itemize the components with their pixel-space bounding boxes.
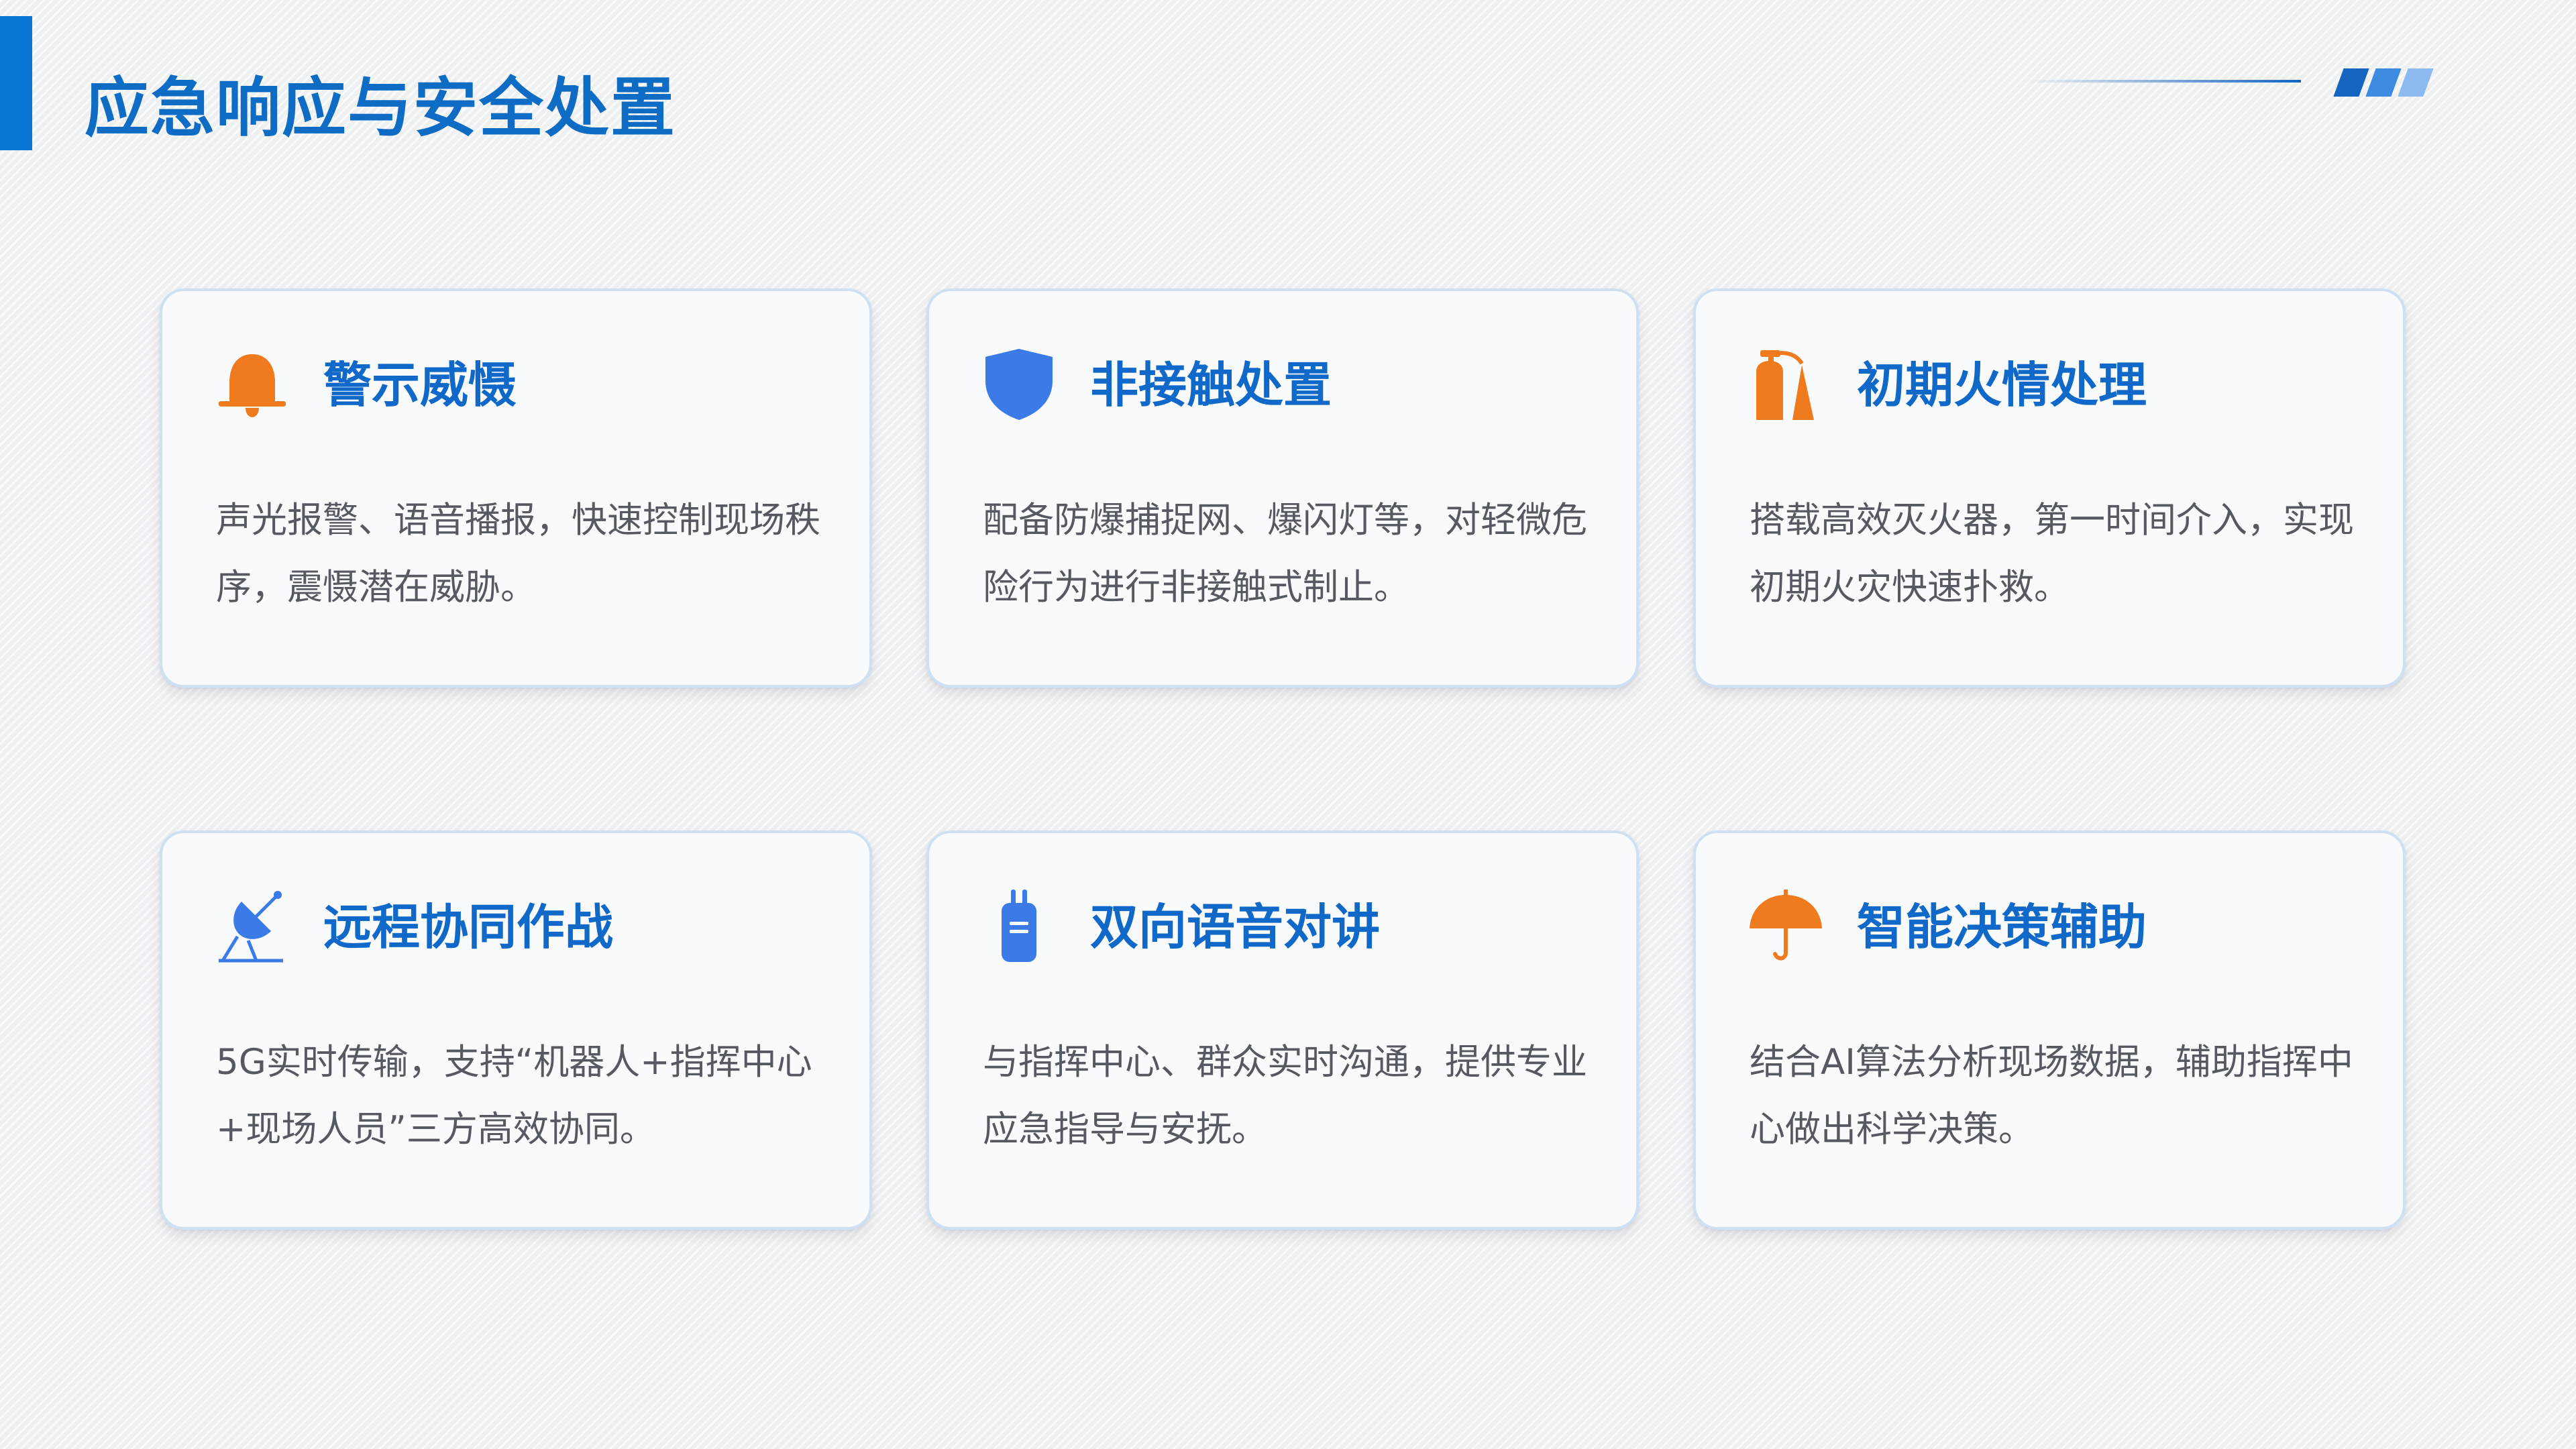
card-description: 配备防爆捕捉网、爆闪灯等，对轻微危险行为进行非接触式制止。 (983, 500, 1587, 608)
card-title: 非接触处置 (1090, 357, 1332, 413)
feature-card-non-contact-disposal: 非接触处置 配备防爆捕捉网、爆闪灯等，对轻微危险行为进行非接触式制止。 (926, 288, 1639, 688)
card-description: 声光报警、语音播报，快速控制现场秩序，震慑潜在威胁。 (216, 500, 820, 608)
card-description: 5G实时传输，支持“机器人+指挥中心+现场人员”三方高效协同。 (216, 1042, 812, 1150)
walkie-talkie-icon (980, 887, 1058, 965)
card-description: 结合AI算法分析现场数据，辅助指挥中心做出科学决策。 (1750, 1042, 2353, 1150)
card-title: 双向语音对讲 (1090, 899, 1381, 955)
feature-card-warning-deterrence: 警示威慑 声光报警、语音播报，快速控制现场秩序，震慑潜在威胁。 (160, 288, 872, 688)
header-decor-line (2026, 80, 2301, 83)
feature-card-intelligent-decision: 智能决策辅助 结合AI算法分析现场数据，辅助指挥中心做出科学决策。 (1693, 830, 2406, 1230)
umbrella-icon (1747, 887, 1825, 965)
title-accent-bar (0, 16, 32, 150)
card-description: 搭载高效灭火器，第一时间介入，实现初期火灾快速扑救。 (1750, 500, 2354, 608)
page-title: 应急响应与安全处置 (85, 70, 676, 146)
card-title: 初期火情处理 (1857, 357, 2147, 413)
feature-card-two-way-voice: 双向语音对讲 与指挥中心、群众实时沟通，提供专业应急指导与安抚。 (926, 830, 1639, 1230)
fire-extinguisher-icon (1747, 345, 1825, 423)
card-description: 与指挥中心、群众实时沟通，提供专业应急指导与安抚。 (983, 1042, 1587, 1150)
card-title: 远程协同作战 (323, 899, 614, 955)
feature-card-remote-collaboration: 远程协同作战 5G实时传输，支持“机器人+指挥中心+现场人员”三方高效协同。 (160, 830, 872, 1230)
card-title: 智能决策辅助 (1857, 899, 2147, 955)
header-decor-stripes (2333, 68, 2434, 97)
satellite-dish-icon (213, 887, 291, 965)
feature-card-initial-fire-handling: 初期火情处理 搭载高效灭火器，第一时间介入，实现初期火灾快速扑救。 (1693, 288, 2406, 688)
card-title: 警示威慑 (323, 357, 517, 413)
shield-icon (980, 345, 1058, 423)
alarm-bell-icon (213, 345, 291, 423)
